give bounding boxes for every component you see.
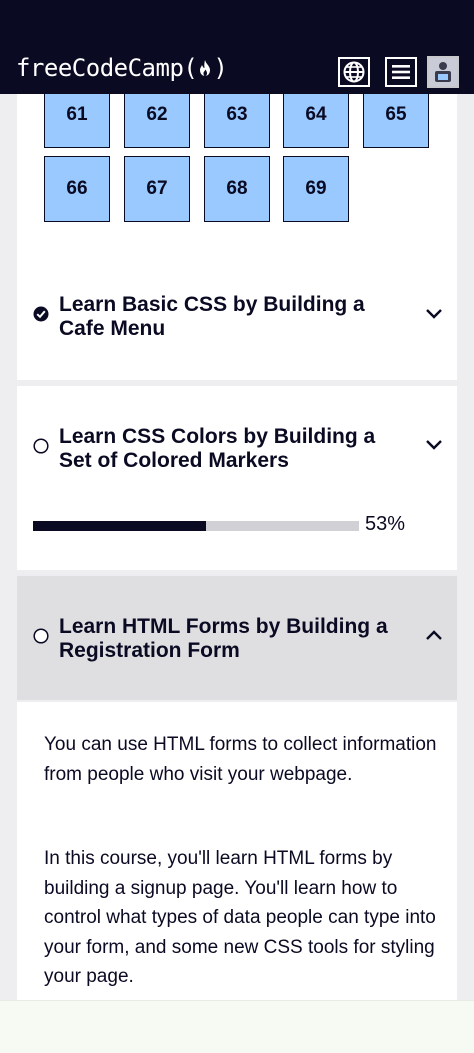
block-colored-markers: Learn CSS Colors by Building a Set of Co… <box>17 386 457 570</box>
chevron-down-icon <box>426 440 442 450</box>
step-button[interactable]: 68 <box>204 156 270 222</box>
block-title: Learn Basic CSS by Building a Cafe Menu <box>59 293 365 340</box>
menu-button[interactable] <box>385 57 417 87</box>
navbar: freeCodeCamp( ) <box>0 48 474 94</box>
block-header[interactable]: Learn HTML Forms by Building a Registrat… <box>17 576 457 700</box>
check-circle-icon <box>33 306 49 322</box>
main-content: 61 62 63 64 65 66 67 68 69 Learn Basic C… <box>0 94 474 1053</box>
avatar[interactable] <box>427 56 459 88</box>
block-registration-form: Learn HTML Forms by Building a Registrat… <box>17 576 457 700</box>
avatar-icon <box>429 58 457 86</box>
brand-text-left: freeCodeCamp( <box>16 54 198 82</box>
progress-bar-fill <box>33 521 206 531</box>
step-button[interactable]: 67 <box>124 156 190 222</box>
empty-circle-icon <box>33 438 49 454</box>
step-button[interactable]: 61 <box>44 94 110 148</box>
block-header[interactable]: Learn Basic CSS by Building a Cafe Menu <box>17 254 457 380</box>
globe-icon <box>343 61 365 83</box>
progress-percent: 53% <box>365 513 406 535</box>
empty-circle-icon <box>33 628 49 644</box>
block-header[interactable]: Learn CSS Colors by Building a Set of Co… <box>17 386 457 496</box>
block-cafe-menu: Learn Basic CSS by Building a Cafe Menu <box>17 254 457 380</box>
menu-icon <box>392 65 410 79</box>
step-button[interactable]: 63 <box>204 94 270 148</box>
chevron-down-icon <box>426 309 442 319</box>
step-button[interactable]: 64 <box>283 94 349 148</box>
progress-bar <box>33 521 359 531</box>
freecodecamp-logo[interactable]: freeCodeCamp( ) <box>16 54 228 82</box>
block-title: Learn CSS Colors by Building a Set of Co… <box>59 425 376 472</box>
block-description: You can use HTML forms to collect inform… <box>17 702 457 1002</box>
status-bar <box>0 0 474 48</box>
description-paragraph: You can use HTML forms to collect inform… <box>44 734 437 785</box>
brand-text-right: ) <box>213 54 228 82</box>
flame-icon <box>200 60 211 76</box>
step-button[interactable]: 62 <box>124 94 190 148</box>
bottom-bar <box>0 1000 474 1053</box>
step-button[interactable]: 66 <box>44 156 110 222</box>
step-button[interactable]: 69 <box>283 156 349 222</box>
step-button[interactable]: 65 <box>363 94 429 148</box>
language-button[interactable] <box>338 57 370 87</box>
chevron-up-icon <box>426 630 442 640</box>
block-title: Learn HTML Forms by Building a Registrat… <box>59 615 388 662</box>
description-paragraph: In this course, you'll learn HTML forms … <box>44 848 436 987</box>
